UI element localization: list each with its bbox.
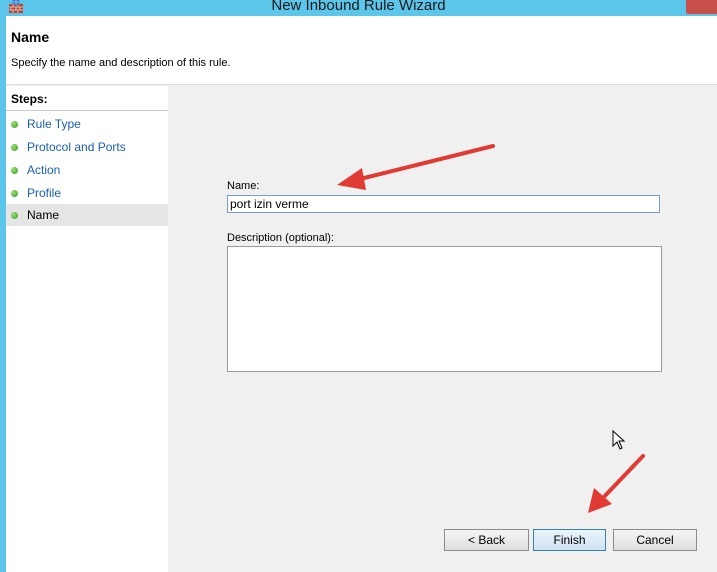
annotation-arrow-finish <box>588 454 645 513</box>
mouse-pointer-icon <box>612 430 626 450</box>
annotation-arrow-name <box>337 144 495 190</box>
annotation-arrows <box>337 144 645 513</box>
